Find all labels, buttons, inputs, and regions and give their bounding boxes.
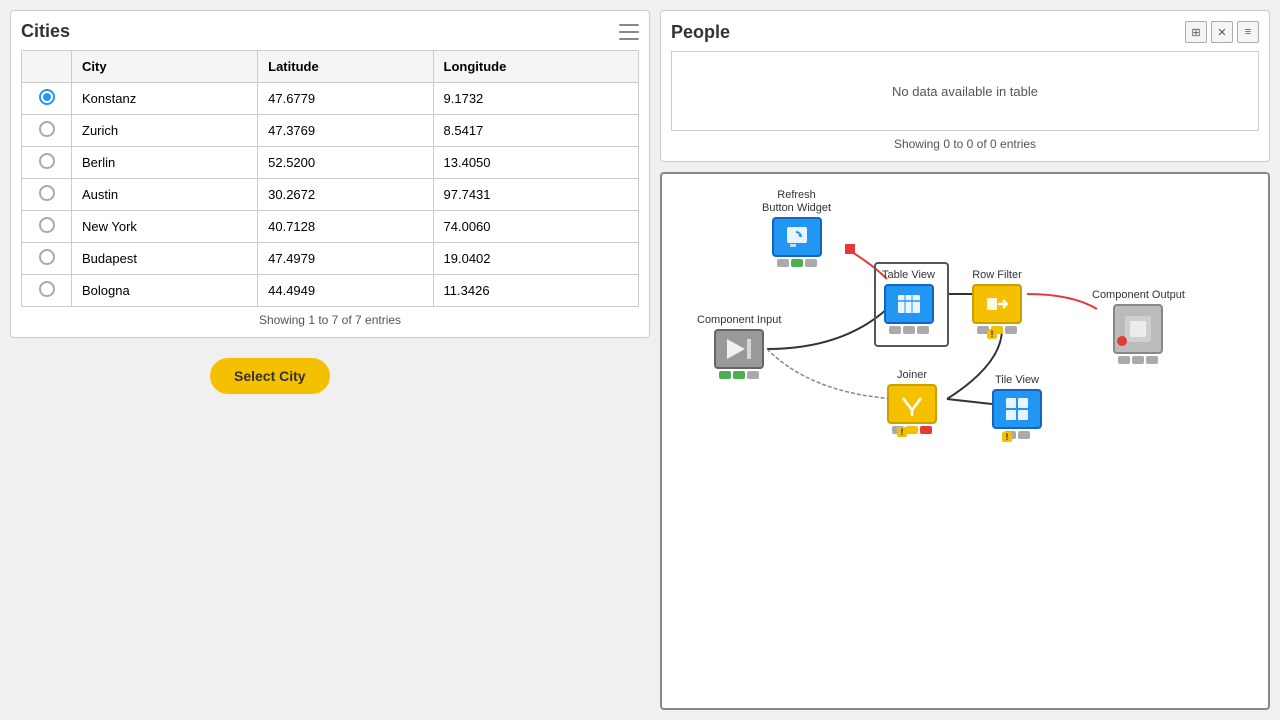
people-showing: Showing 0 to 0 of 0 entries [671,137,1259,151]
city-cell: Budapest [72,243,258,275]
radio-cell[interactable] [22,179,72,211]
rowfilter-warning: ! [987,329,997,339]
node-refresh-ports [777,259,817,267]
workflow-svg [662,174,1268,708]
table-row[interactable]: Berlin52.520013.4050 [22,147,639,179]
longitude-cell: 9.1732 [433,83,638,115]
cities-menu-icon[interactable] [619,24,639,40]
table-row[interactable]: Bologna44.494911.3426 [22,275,639,307]
node-rowfilter-ports [977,326,1017,334]
longitude-cell: 8.5417 [433,115,638,147]
radio-button[interactable] [39,249,55,265]
latitude-cell: 40.7128 [258,211,433,243]
node-tableview[interactable]: Table View [882,269,935,334]
latitude-cell: 47.3769 [258,115,433,147]
people-icon-close[interactable]: ✕ [1211,21,1233,43]
node-compoutput-ports [1118,356,1158,364]
radio-button[interactable] [39,185,55,201]
latitude-cell: 52.5200 [258,147,433,179]
longitude-cell: 19.0402 [433,243,638,275]
workflow-inner: RefreshButton Widget Table View [662,174,1268,708]
col-header-radio [22,51,72,83]
radio-cell[interactable] [22,211,72,243]
table-row[interactable]: Budapest47.497919.0402 [22,243,639,275]
workflow-container: RefreshButton Widget Table View [660,172,1270,710]
table-row[interactable]: New York40.712874.0060 [22,211,639,243]
people-table-container: No data available in table [671,51,1259,131]
node-compinput-ports [719,371,759,379]
city-cell: New York [72,211,258,243]
node-compoutput-label: Component Output [1092,289,1185,302]
latitude-cell: 47.6779 [258,83,433,115]
radio-cell[interactable] [22,115,72,147]
longitude-cell: 13.4050 [433,147,638,179]
node-joiner-label: Joiner [897,369,927,382]
table-row[interactable]: Konstanz47.67799.1732 [22,83,639,115]
people-icon-grid[interactable]: ⊞ [1185,21,1207,43]
node-rowfilter-label: Row Filter [972,269,1022,282]
city-cell: Zurich [72,115,258,147]
city-cell: Berlin [72,147,258,179]
node-compoutput[interactable]: Component Output [1092,289,1185,364]
radio-button[interactable] [39,281,55,297]
table-row[interactable]: Austin30.267297.7431 [22,179,639,211]
city-cell: Konstanz [72,83,258,115]
latitude-cell: 47.4979 [258,243,433,275]
cities-showing: Showing 1 to 7 of 7 entries [21,313,639,327]
tileview-warning: ! [1002,432,1012,442]
cities-title: Cities [21,21,70,42]
node-tableview-label: Table View [882,269,935,282]
city-cell: Bologna [72,275,258,307]
longitude-cell: 97.7431 [433,179,638,211]
people-widget: People ⊞ ✕ ≡ No data available in table … [660,10,1270,162]
node-rowfilter[interactable]: Row Filter [972,269,1022,334]
col-header-longitude: Longitude [433,51,638,83]
city-cell: Austin [72,179,258,211]
radio-button[interactable] [39,121,55,137]
joiner-warning: ! [897,427,907,437]
people-title: People [671,22,730,43]
people-no-data: No data available in table [892,84,1038,99]
people-icon-menu[interactable]: ≡ [1237,21,1259,43]
radio-button[interactable] [39,217,55,233]
node-tableview-ports [889,326,929,334]
longitude-cell: 74.0060 [433,211,638,243]
node-refresh[interactable]: RefreshButton Widget [762,189,831,267]
longitude-cell: 11.3426 [433,275,638,307]
cities-table: City Latitude Longitude Konstanz47.67799… [21,50,639,307]
latitude-cell: 30.2672 [258,179,433,211]
radio-cell[interactable] [22,275,72,307]
col-header-city: City [72,51,258,83]
radio-button[interactable] [39,153,55,169]
radio-cell[interactable] [22,243,72,275]
radio-cell[interactable] [22,83,72,115]
radio-cell[interactable] [22,147,72,179]
latitude-cell: 44.4949 [258,275,433,307]
radio-button[interactable] [39,89,55,105]
node-tileview[interactable]: Tile View [992,374,1042,439]
select-city-button[interactable]: Select City [210,358,330,394]
table-row[interactable]: Zurich47.37698.5417 [22,115,639,147]
compoutput-indicator [1117,336,1127,346]
node-refresh-label: RefreshButton Widget [762,189,831,215]
node-compinput[interactable]: Component Input [697,314,781,379]
node-tileview-label: Tile View [995,374,1039,387]
col-header-latitude: Latitude [258,51,433,83]
refresh-output-indicator [845,244,855,254]
node-compinput-label: Component Input [697,314,781,327]
node-joiner[interactable]: Joiner [887,369,937,434]
